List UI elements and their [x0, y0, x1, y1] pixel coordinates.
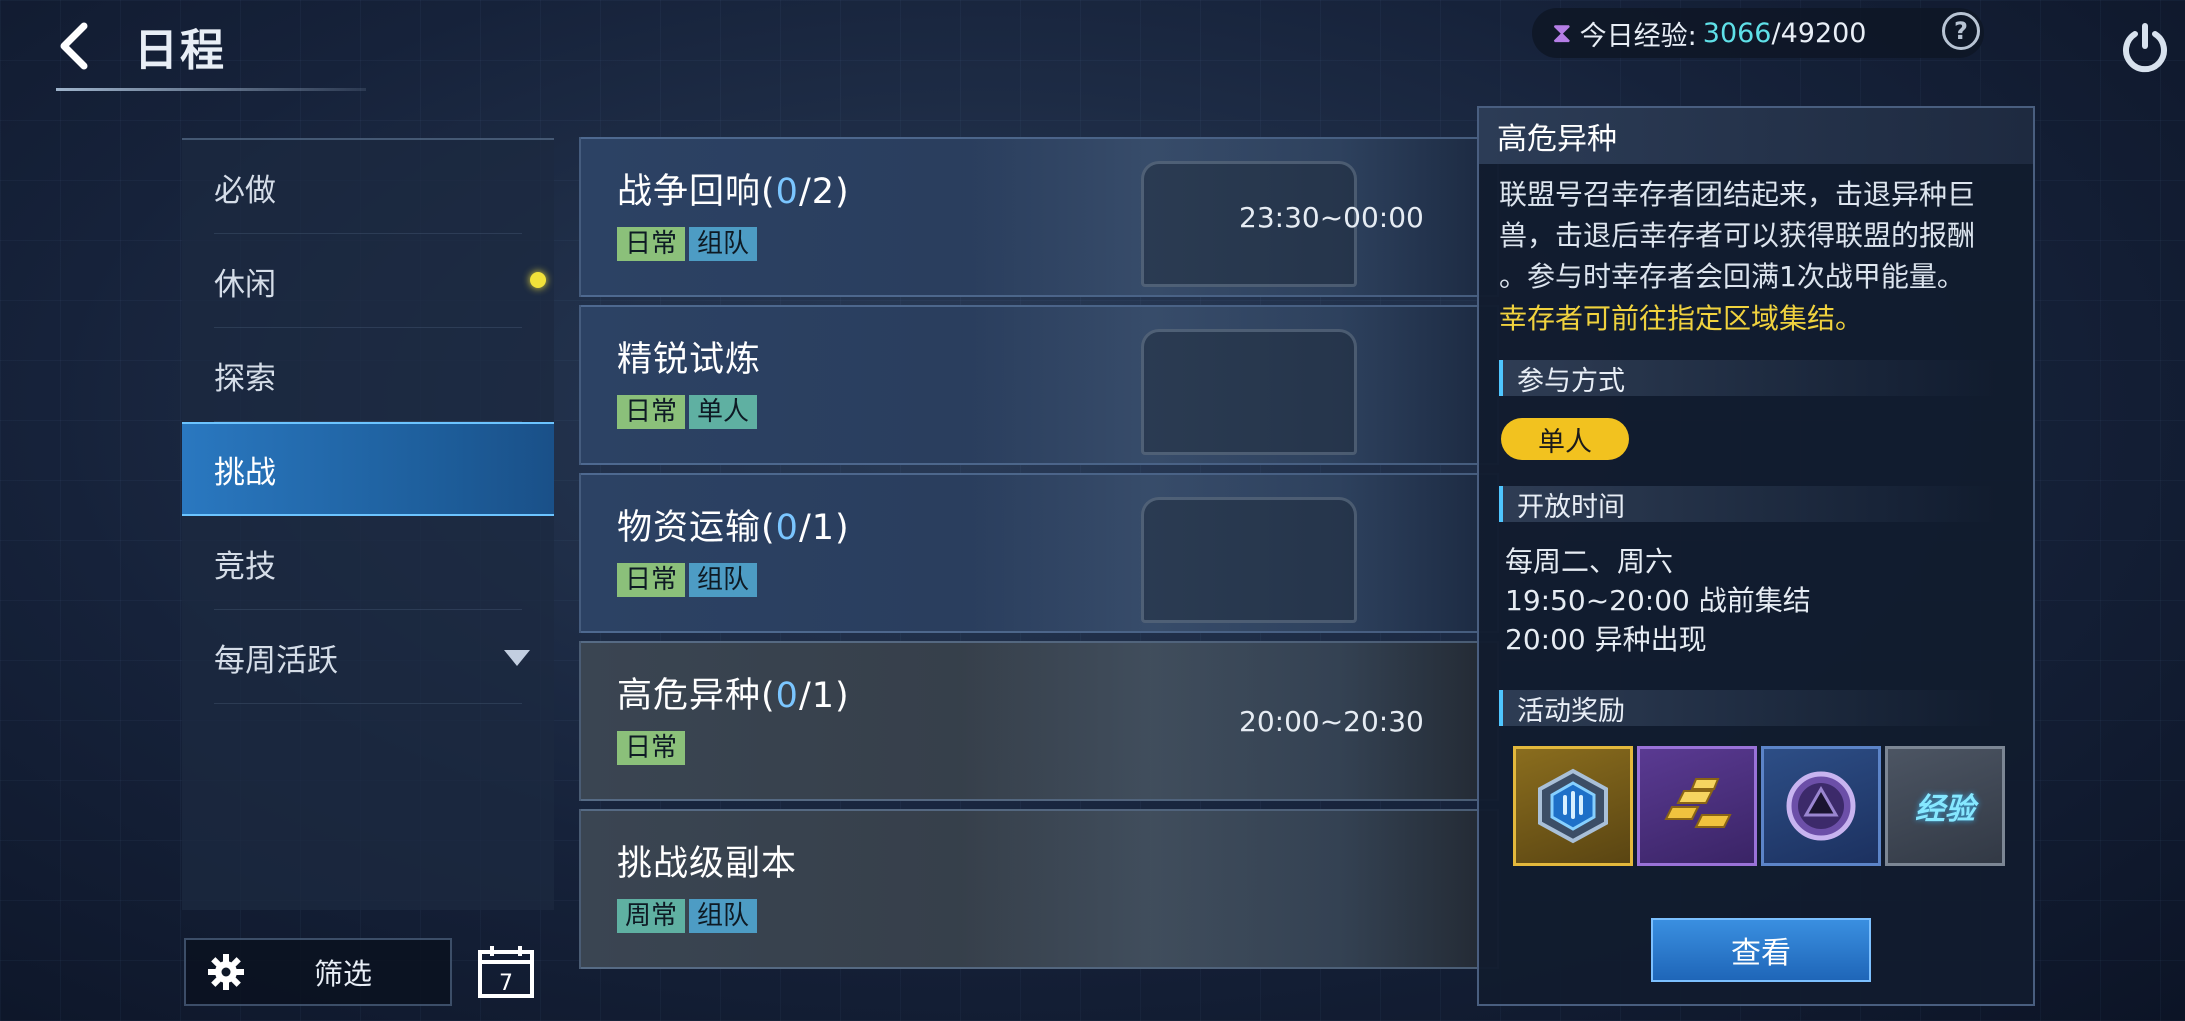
activity-detail-panel: 高危异种 联盟号召幸存者团结起来，击退异种巨 兽，击退后幸存者可以获得联盟的报酬…	[1477, 106, 2035, 1006]
gold-bars-icon	[1664, 778, 1732, 828]
description-line: 联盟号召幸存者团结起来，击退异种巨	[1499, 178, 1976, 211]
daily-exp-display: ⧗ 今日经验: 3066/49200	[1532, 8, 1984, 58]
activity-card-elite-trial[interactable]: 精锐试炼 日常 单人	[579, 305, 1499, 465]
back-arrow-icon	[60, 22, 88, 70]
activity-card-supply-transport[interactable]: 物资运输(0/1) 日常 组队	[579, 473, 1499, 633]
card-scene-image	[961, 475, 1497, 631]
card-tags: 日常 单人	[617, 395, 758, 429]
sidebar-item-must-do[interactable]: 必做	[182, 140, 554, 234]
category-sidebar: 必做 休闲 探索 挑战 竞技 每周活跃	[182, 138, 554, 910]
exp-icon: 经验	[1915, 792, 1975, 827]
card-name: 物资运输	[617, 508, 762, 548]
card-progress-rest: /1)	[798, 508, 850, 548]
card-progress-value: 0	[775, 676, 799, 716]
sidebar-item-label: 休闲	[214, 266, 276, 303]
calendar-icon: 7	[478, 946, 534, 998]
tag-daily: 日常	[617, 731, 686, 765]
tag-team: 组队	[689, 899, 758, 933]
activity-card-high-risk-mutant[interactable]: 高危异种(0/1) 日常 20:00~20:30	[579, 641, 1499, 801]
exp-max: 49200	[1780, 17, 1867, 49]
tag-solo: 单人	[689, 395, 758, 429]
card-title: 物资运输(0/1)	[617, 499, 850, 550]
back-button[interactable]	[44, 16, 104, 76]
card-tags: 日常 组队	[617, 563, 758, 597]
sidebar-item-competitive[interactable]: 竞技	[182, 516, 554, 610]
tag-weekly: 周常	[617, 899, 686, 933]
section-rewards: 活动奖励	[1499, 690, 1999, 727]
calendar-button[interactable]: 7	[476, 944, 536, 1000]
tag-daily: 日常	[617, 563, 686, 597]
card-time: 20:00~20:30	[1239, 705, 1424, 738]
card-scene-image	[961, 307, 1497, 463]
calendar-day: 7	[499, 971, 513, 996]
detail-highlight: 幸存者可前往指定区域集结。	[1499, 302, 1864, 335]
card-tags: 周常 组队	[617, 899, 758, 933]
card-title: 战争回响(0/2)	[617, 163, 850, 214]
page-title: 日程	[134, 25, 226, 76]
sidebar-item-weekly-active[interactable]: 每周活跃	[182, 610, 554, 704]
activity-card-challenge-dungeon[interactable]: 挑战级副本 周常 组队	[579, 809, 1499, 969]
card-title: 挑战级副本	[617, 844, 798, 884]
sidebar-item-label: 每周活跃	[214, 642, 338, 679]
sidebar-item-label: 探索	[214, 360, 276, 397]
tag-daily: 日常	[617, 395, 686, 429]
reward-item[interactable]	[1761, 746, 1881, 866]
card-time: 23:30~00:00	[1239, 201, 1424, 234]
card-scene-image	[961, 811, 1497, 967]
sidebar-item-explore[interactable]: 探索	[182, 328, 554, 422]
section-open-time: 开放时间	[1499, 486, 1999, 523]
time-line: 20:00 异种出现	[1505, 623, 1707, 656]
exp-label: 今日经验:	[1579, 20, 1697, 52]
detail-title: 高危异种	[1479, 108, 2033, 164]
card-progress-value: 0	[775, 172, 799, 212]
sidebar-item-label: 竞技	[214, 548, 276, 585]
card-progress-rest: /1)	[798, 676, 850, 716]
tag-daily: 日常	[617, 227, 686, 261]
card-title: 精锐试炼	[617, 340, 762, 380]
tag-team: 组队	[689, 563, 758, 597]
card-title: 高危异种(0/1)	[617, 667, 850, 718]
help-icon[interactable]: ?	[1942, 12, 1980, 50]
card-progress-open: (	[761, 172, 776, 212]
armor-core-icon	[1538, 768, 1608, 844]
reward-item[interactable]	[1637, 746, 1757, 866]
exp-current: 3066	[1702, 17, 1772, 49]
filter-label: 筛选	[314, 957, 373, 991]
reward-list: 经验	[1513, 746, 2005, 866]
exp-separator: /	[1771, 17, 1781, 49]
card-progress-value: 0	[775, 508, 799, 548]
chevron-down-icon	[504, 650, 530, 666]
description-line: 。参与时幸存者会回满1次战甲能量。	[1499, 260, 1965, 293]
notification-dot	[530, 272, 546, 288]
card-name: 战争回响	[617, 172, 762, 212]
view-button[interactable]: 查看	[1651, 918, 1871, 982]
title-underline	[56, 88, 366, 91]
card-tags: 日常	[617, 731, 686, 765]
mode-badge: 单人	[1501, 418, 1629, 460]
time-line: 19:50~20:00 战前集结	[1505, 584, 1811, 617]
detail-description: 联盟号召幸存者团结起来，击退异种巨 兽，击退后幸存者可以获得联盟的报酬 。参与时…	[1499, 174, 2019, 297]
crystal-token-icon	[1786, 771, 1856, 841]
hourglass-icon: ⧗	[1552, 16, 1572, 49]
power-button[interactable]	[2118, 20, 2172, 74]
sidebar-item-label: 挑战	[214, 454, 276, 491]
power-icon	[2123, 23, 2167, 73]
card-name: 高危异种	[617, 676, 762, 716]
gear-icon	[208, 954, 244, 990]
reward-item[interactable]: 经验	[1885, 746, 2005, 866]
filter-button[interactable]: 筛选	[184, 938, 452, 1006]
reward-item[interactable]	[1513, 746, 1633, 866]
card-progress-rest: /2)	[798, 172, 850, 212]
time-line: 每周二、周六	[1505, 545, 1674, 578]
card-tags: 日常 组队	[617, 227, 758, 261]
activity-card-war-echo[interactable]: 战争回响(0/2) 日常 组队 23:30~00:00	[579, 137, 1499, 297]
sidebar-item-leisure[interactable]: 休闲	[182, 234, 554, 328]
section-participation: 参与方式	[1499, 360, 1999, 397]
card-progress-open: (	[761, 676, 776, 716]
sidebar-item-label: 必做	[214, 172, 276, 209]
sidebar-item-challenge[interactable]: 挑战	[182, 422, 554, 516]
description-line: 兽，击退后幸存者可以获得联盟的报酬	[1499, 219, 1976, 252]
card-progress-open: (	[761, 508, 776, 548]
tag-team: 组队	[689, 227, 758, 261]
